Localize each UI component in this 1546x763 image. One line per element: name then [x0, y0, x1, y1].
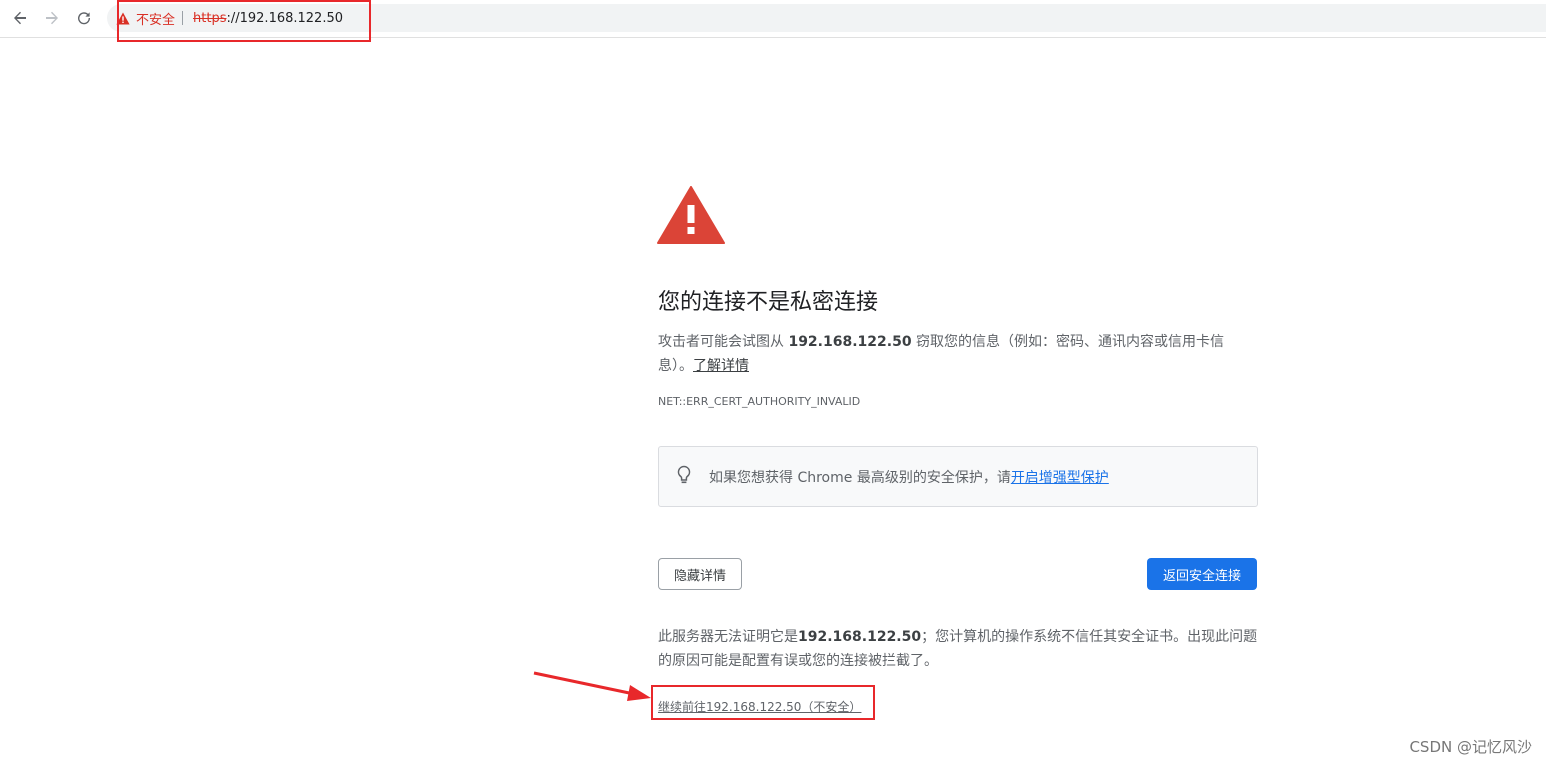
back-arrow-icon	[14, 11, 26, 25]
watermark: CSDN @记忆风沙	[1409, 738, 1532, 756]
hide-details-button[interactable]: 隐藏详情	[658, 558, 742, 590]
back-to-safety-button[interactable]: 返回安全连接	[1147, 558, 1257, 590]
explanation-pre: 攻击者可能会试图从	[658, 334, 789, 350]
learn-more-link[interactable]: 了解详情	[693, 358, 749, 374]
main-explanation: 攻击者可能会试图从 192.168.122.50 窃取您的信息（例如：密码、通讯…	[658, 330, 1258, 378]
warning-icon	[116, 12, 130, 24]
back-button[interactable]	[8, 6, 32, 30]
forward-button[interactable]	[40, 6, 64, 30]
details-explanation: 此服务器无法证明它是192.168.122.50；您计算机的操作系统不信任其安全…	[658, 625, 1258, 673]
details-pre: 此服务器无法证明它是	[658, 629, 798, 645]
details-host: 192.168.122.50	[798, 629, 922, 645]
browser-toolbar: 不安全 https://192.168.122.50	[0, 0, 1546, 38]
security-chip[interactable]: 不安全 https://192.168.122.50	[116, 4, 343, 32]
chip-separator	[182, 11, 184, 25]
reload-icon	[78, 12, 91, 25]
lightbulb-icon	[677, 465, 691, 484]
error-code: NET::ERR_CERT_AUTHORITY_INVALID	[658, 395, 861, 408]
enhanced-protection-label: 如果您想获得 Chrome 最高级别的安全保护，请	[709, 470, 1011, 486]
warning-triangle-icon	[657, 186, 725, 244]
reload-button[interactable]	[72, 6, 96, 30]
proceed-unsafe-link[interactable]: 继续前往192.168.122.50（不安全）	[658, 698, 861, 715]
enhanced-protection-promo: 如果您想获得 Chrome 最高级别的安全保护，请开启增强型保护	[658, 446, 1258, 507]
enhanced-protection-text: 如果您想获得 Chrome 最高级别的安全保护，请开启增强型保护	[709, 467, 1109, 487]
url-scheme: https	[193, 10, 227, 26]
url-host: ://192.168.122.50	[226, 10, 344, 26]
enhanced-protection-link[interactable]: 开启增强型保护	[1011, 470, 1109, 486]
page-title: 您的连接不是私密连接	[658, 290, 879, 315]
forward-arrow-icon	[46, 11, 58, 25]
explanation-host: 192.168.122.50	[788, 334, 912, 350]
security-label: 不安全	[136, 12, 176, 28]
annotation-arrow	[533, 671, 651, 701]
